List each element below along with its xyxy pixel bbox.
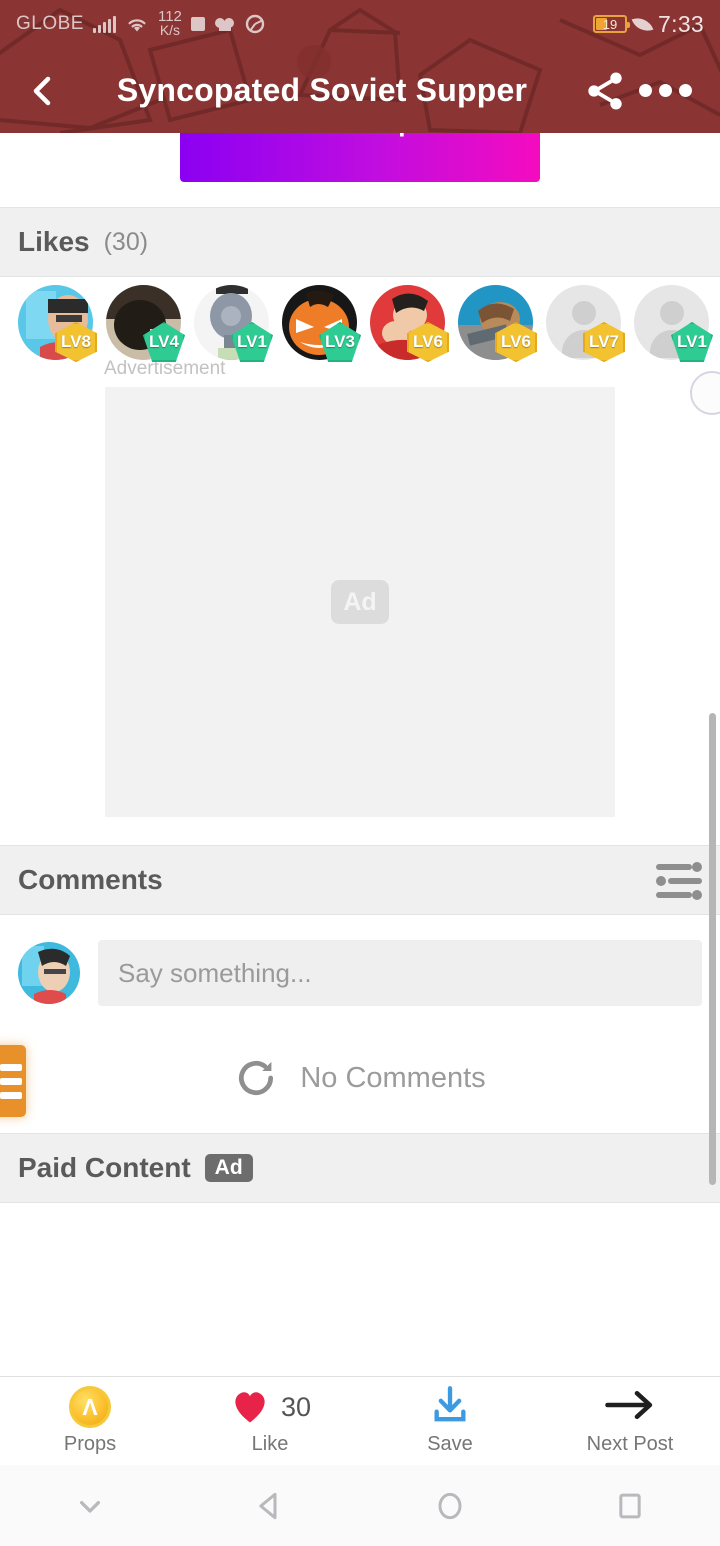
save-action-label: Save [427, 1433, 473, 1455]
comments-title: Comments [18, 864, 163, 895]
battery-icon: 19 [593, 15, 631, 33]
android-navigation-bar [0, 1465, 720, 1546]
paid-content-title: Paid Content [18, 1152, 191, 1183]
heart-icon [229, 1385, 271, 1430]
content-scroll-area[interactable]: Give Props Likes (30) LV8 LV4 [0, 130, 720, 1377]
likes-section-header: Likes (30) [0, 207, 720, 277]
overflow-menu-button[interactable] [632, 69, 698, 113]
props-action-button[interactable]: Λ Props [0, 1377, 180, 1465]
status-bar-right: 19 7:33 [593, 11, 704, 38]
comment-input[interactable]: Say something... [98, 940, 702, 1006]
advertisement-slot[interactable]: Ad [105, 387, 615, 817]
bottom-action-bar: Λ Props 30 Like Save Next Post [0, 1376, 720, 1465]
empty-state-label: No Comments [300, 1061, 486, 1094]
comment-composer[interactable]: Say something... [0, 923, 720, 1023]
battery-level-label: 19 [602, 16, 618, 32]
arrow-right-icon [604, 1388, 656, 1427]
status-bar: GLOBE 112 K/s 19 7:33 [0, 0, 720, 48]
liker-avatar[interactable]: LV6 [458, 285, 537, 362]
share-icon [588, 71, 622, 110]
like-action-button[interactable]: 30 Like [180, 1377, 360, 1465]
save-action-button[interactable]: Save [360, 1377, 540, 1465]
cellular-signal-icon [92, 15, 116, 33]
props-action-label: Props [63, 1433, 117, 1455]
clock-label: 7:33 [658, 10, 704, 37]
chevron-left-icon [33, 76, 51, 105]
nav-hide-keyboard-button[interactable] [0, 1486, 180, 1526]
liker-avatar[interactable]: LV4 [106, 285, 185, 362]
advertisement-block: Advertisement Ad [0, 358, 720, 817]
comments-section-header: Comments [0, 845, 720, 915]
liker-avatar[interactable]: LV1 [634, 285, 713, 362]
likers-avatar-row[interactable]: LV8 LV4 LV1 LV3 LV6 LV6 LV7 LV1 [0, 285, 720, 362]
likes-count: (30) [103, 227, 149, 256]
coin-icon: Λ [69, 1386, 111, 1428]
next-post-action-label: Next Post [586, 1433, 674, 1455]
like-action-label: Like [251, 1433, 289, 1455]
square-recents-icon [619, 1493, 641, 1518]
ad-placeholder-badge: Ad [331, 580, 389, 624]
network-speed: 112 K/s [158, 9, 182, 39]
nav-back-button[interactable] [180, 1486, 360, 1526]
power-saving-leaf-icon [631, 13, 654, 35]
nav-recents-button[interactable] [540, 1486, 720, 1526]
notification-browser-icon [245, 14, 265, 34]
paid-content-body[interactable] [0, 1203, 720, 1377]
paid-content-header: Paid Content Ad [0, 1133, 720, 1203]
comment-input-placeholder: Say something... [118, 957, 312, 988]
back-button[interactable] [22, 71, 62, 111]
like-count: 30 [280, 1391, 312, 1422]
side-drawer-tab[interactable] [0, 1045, 26, 1117]
comments-empty-state: No Comments [0, 1023, 720, 1133]
nav-home-button[interactable] [360, 1486, 540, 1526]
status-bar-left: GLOBE 112 K/s [16, 9, 265, 39]
notification-mask-icon [214, 18, 234, 32]
advertisement-label: Advertisement [104, 358, 226, 379]
vertical-scrollbar[interactable] [709, 713, 716, 1185]
app-bar: Syncopated Soviet Supper [0, 48, 720, 133]
refresh-icon[interactable] [234, 1056, 278, 1100]
more-horizontal-icon [638, 84, 652, 97]
next-post-action-button[interactable]: Next Post [540, 1377, 720, 1465]
network-speed-unit: K/s [159, 22, 181, 39]
carrier-label: GLOBE [16, 12, 84, 34]
liker-avatar[interactable]: LV7 [546, 285, 625, 362]
circle-home-icon [438, 1492, 462, 1519]
app-root: GLOBE 112 K/s 19 7:33 Syncopated Soviet … [0, 0, 720, 1546]
current-user-avatar [18, 942, 80, 1004]
app-header: GLOBE 112 K/s 19 7:33 Syncopated Soviet … [0, 0, 720, 133]
liker-avatar[interactable]: LV8 [18, 285, 97, 362]
ad-badge: Ad [204, 1154, 253, 1182]
share-button[interactable] [578, 69, 632, 113]
liker-avatar[interactable]: LV1 [194, 285, 273, 362]
give-props-button[interactable]: Give Props [180, 130, 540, 182]
sliders-icon[interactable] [656, 860, 702, 900]
download-icon [430, 1384, 470, 1431]
chevron-down-icon [80, 1500, 101, 1513]
liker-avatar[interactable]: LV6 [370, 285, 449, 362]
liker-avatar[interactable]: LV3 [282, 285, 361, 362]
wifi-icon [128, 19, 146, 32]
likes-title: Likes [18, 226, 90, 257]
notification-square-icon [190, 16, 205, 31]
triangle-back-icon [259, 1492, 277, 1519]
page-title: Syncopated Soviet Supper [116, 72, 528, 108]
